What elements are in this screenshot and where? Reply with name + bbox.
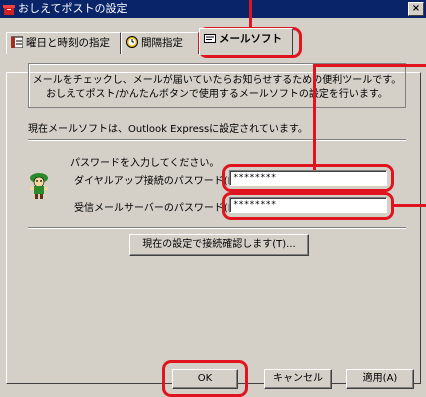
apply-button[interactable]: 適用(A): [346, 369, 414, 389]
annotation-line-tab: [249, 0, 252, 28]
tab-mail-software-label: メールソフト: [219, 33, 282, 45]
tab-mail-software[interactable]: メールソフト: [199, 28, 293, 55]
incoming-password-label: 受信メールサーバーのパスワード(P):: [74, 203, 242, 214]
close-button[interactable]: ×: [408, 2, 424, 16]
divider-bottom: [28, 227, 406, 229]
tab-day-time-label: 曜日と時刻の指定: [26, 37, 110, 49]
dialup-password-label: ダイヤルアップ接続のパスワード(D):: [74, 176, 243, 187]
title-bar: おしえてポストの設定 ×: [0, 0, 426, 18]
calendar-icon: [11, 36, 23, 48]
annotation-ring-dialup: [222, 164, 394, 192]
annotation-line-dialup-v: [313, 64, 316, 170]
post-mascot-icon: [30, 173, 48, 199]
annotation-line-incoming: [393, 204, 426, 207]
divider-top: [28, 139, 406, 141]
annotation-ring-ok: [162, 360, 248, 397]
description-line-1: メールをチェックし、メールが届いていたらお知らせするための便利ツールです。: [32, 75, 402, 86]
settings-dialog: おしえてポストの設定 × 曜日と時刻の指定 間隔指定 メールソフト メールをチェ…: [0, 0, 426, 397]
test-connection-button[interactable]: 現在の設定で接続確認します(T)...: [129, 234, 309, 256]
mail-software-icon: [204, 34, 216, 43]
window-title: おしえてポストの設定: [18, 2, 128, 15]
password-prompt: パスワードを入力してください。: [70, 158, 220, 169]
description-line-2: おしえてポスト/かんたんボタンで使用するメールソフトの設定を行います。: [46, 89, 388, 100]
tab-interval[interactable]: 間隔指定: [121, 32, 199, 54]
annotation-ring-incoming: [222, 192, 394, 220]
clock-icon: [126, 36, 138, 48]
current-mail-software-text: 現在メールソフトは、Outlook Expressに設定されています。: [28, 124, 308, 135]
cancel-button[interactable]: キャンセル: [264, 369, 332, 389]
annotation-line-dialup-h: [313, 64, 426, 67]
tab-interval-label: 間隔指定: [141, 37, 183, 49]
tab-day-time[interactable]: 曜日と時刻の指定: [6, 32, 121, 54]
post-app-icon: [3, 5, 15, 15]
